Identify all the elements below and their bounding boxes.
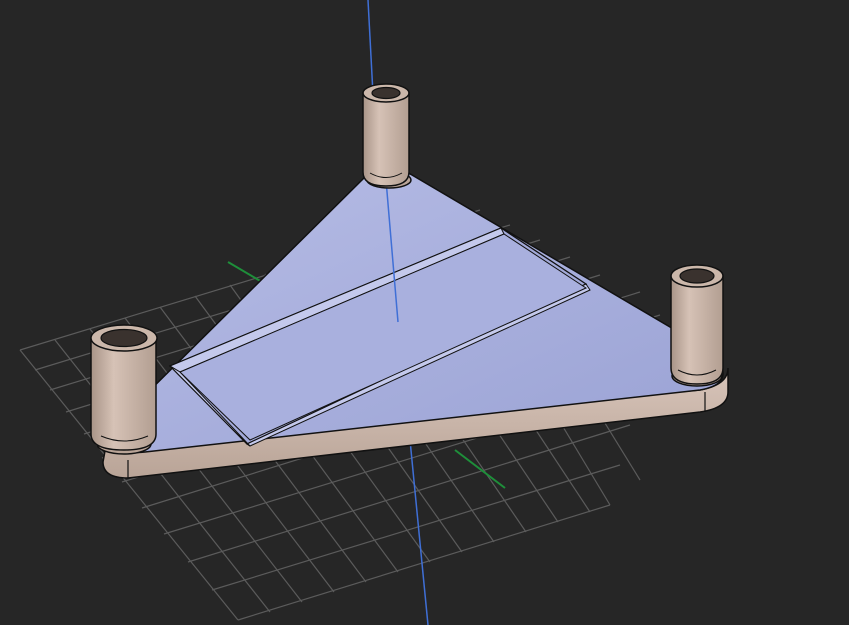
post-back: [362, 83, 412, 189]
post-right: [670, 264, 724, 387]
3d-viewport[interactable]: [0, 0, 849, 625]
post-left: [90, 324, 158, 455]
z-axis-line-lower: [409, 439, 429, 625]
viewport-canvas[interactable]: [0, 0, 849, 625]
